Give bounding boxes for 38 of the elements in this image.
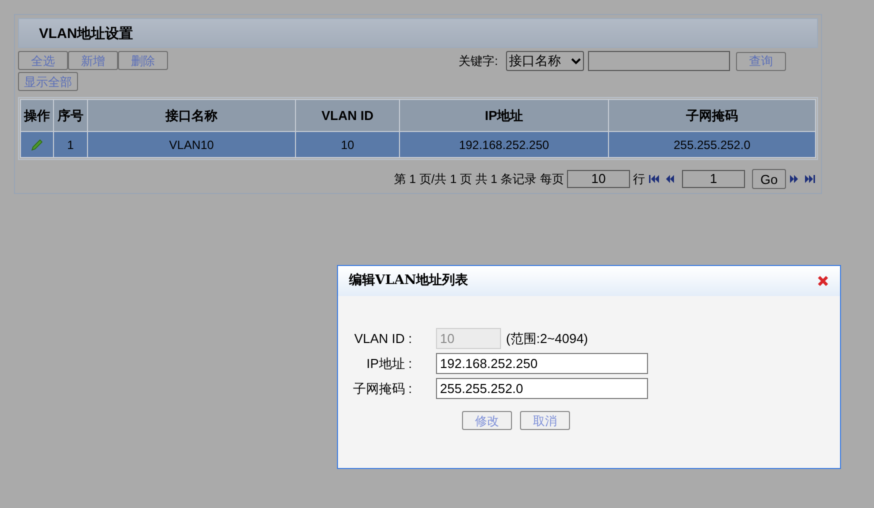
dialog-title: 编辑VLAN地址列表 — [349, 272, 468, 290]
search-button[interactable]: 查询 — [736, 52, 786, 70]
close-icon[interactable] — [817, 275, 829, 287]
go-button[interactable]: Go — [752, 169, 786, 189]
toolbar-button[interactable]: 全选 — [18, 51, 68, 70]
column-header: 接口名称 — [88, 100, 296, 132]
toolbar-button[interactable]: 删除 — [118, 51, 168, 70]
search-field[interactable] — [588, 51, 730, 71]
column-header: IP地址 — [400, 100, 608, 132]
last-page-icon[interactable] — [804, 174, 816, 184]
field-label: VLAN ID : — [353, 330, 413, 348]
rows-label: 行 — [633, 171, 645, 188]
page-field[interactable]: 1 — [682, 170, 745, 188]
panel-title: VLAN地址设置 — [18, 18, 818, 48]
column-header: 子网掩码 — [608, 100, 816, 132]
field-label: 子网掩码 : — [352, 380, 413, 398]
table-cell: 192.168.252.250 — [400, 132, 608, 158]
table-row[interactable]: 1 VLAN10 10 192.168.252.250 255.255.252.0 — [20, 132, 816, 158]
table-cell: 1 — [54, 132, 88, 158]
range-hint: (范围:2~4094) — [506, 330, 588, 348]
dialog-button[interactable]: 修改 — [462, 411, 512, 430]
table-cell: VLAN10 — [88, 132, 296, 158]
chevron-icon — [571, 57, 581, 65]
page-size-field[interactable]: 10 — [567, 170, 630, 188]
dialog-button[interactable]: 取消 — [520, 411, 570, 430]
table-cell: 255.255.252.0 — [608, 132, 816, 158]
column-header: 操作 — [20, 100, 54, 132]
text-field[interactable]: 255.255.252.0 — [436, 378, 648, 399]
field-label: IP地址 : — [365, 354, 413, 373]
text-field[interactable]: 192.168.252.250 — [436, 353, 648, 374]
next-page-icon[interactable] — [789, 174, 801, 184]
first-page-icon[interactable] — [648, 174, 660, 184]
toolbar-button[interactable]: 新增 — [68, 51, 118, 70]
toolbar-button[interactable]: 显示全部 — [18, 72, 78, 91]
table-cell: 10 — [296, 132, 400, 158]
field-select[interactable]: 接口名称 — [506, 51, 584, 71]
page-summary: 第 1 页/共 1 页 共 1 条记录 每页 — [394, 171, 564, 188]
keyword-label: 关键字: — [458, 53, 498, 70]
